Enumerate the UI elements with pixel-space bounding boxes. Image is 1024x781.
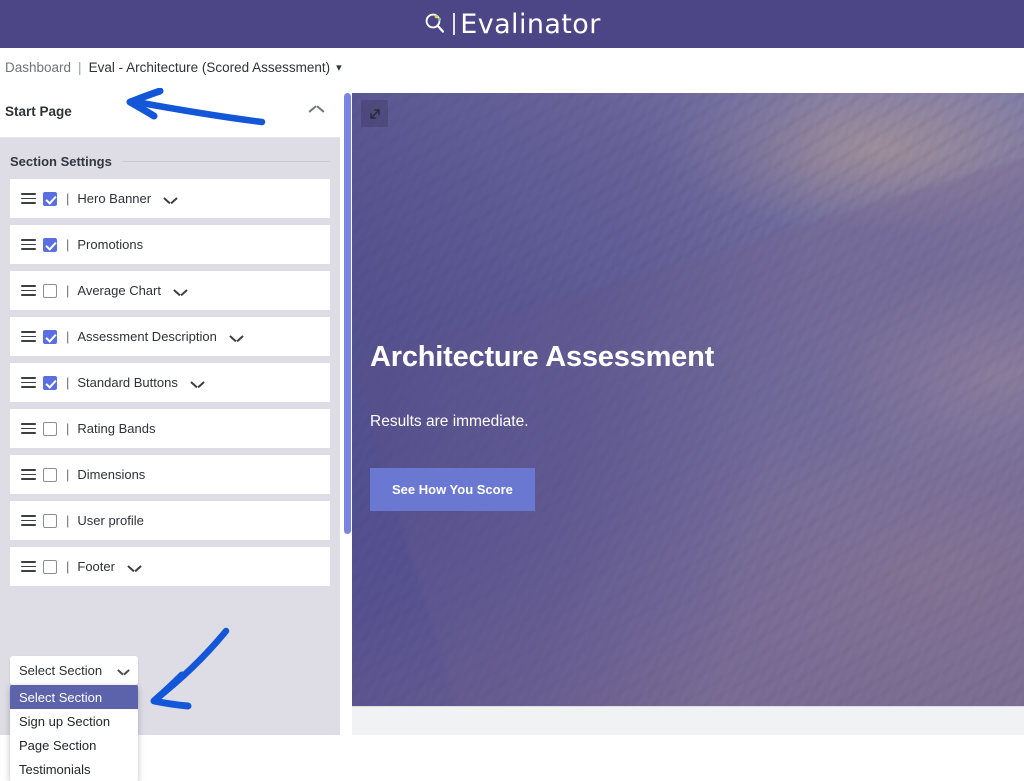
section-row-rating-bands[interactable]: | Rating Bands: [10, 409, 330, 448]
chevron-down-icon[interactable]: [191, 379, 204, 387]
option-select-section[interactable]: Select Section: [10, 685, 138, 709]
section-checkbox[interactable]: [43, 513, 57, 528]
logo-divider: [453, 13, 456, 35]
panel-scrollbar-thumb[interactable]: [344, 93, 351, 534]
breadcrumb: Dashboard | Eval - Architecture (Scored …: [0, 48, 1024, 86]
magnifier-icon: [423, 11, 449, 37]
brand-logo[interactable]: Evalinator: [423, 9, 600, 40]
panel-body: Section Settings | Hero Banner | Promoti…: [0, 138, 340, 781]
breadcrumb-dashboard-link[interactable]: Dashboard: [5, 60, 71, 75]
section-checkbox[interactable]: [43, 283, 57, 298]
section-row-footer[interactable]: | Footer: [10, 547, 330, 586]
panel-header[interactable]: Start Page: [0, 86, 340, 138]
chevron-down-icon[interactable]: [230, 333, 243, 341]
add-section-select-wrapper: Select Section Select Section Sign up Se…: [10, 656, 138, 781]
row-separator: |: [66, 513, 70, 528]
divider: [121, 161, 330, 162]
section-checkbox[interactable]: [43, 237, 57, 252]
section-checkbox[interactable]: [43, 375, 57, 390]
option-page-section[interactable]: Page Section: [10, 733, 138, 757]
section-checkbox[interactable]: [43, 559, 57, 574]
section-row-assessment-description[interactable]: | Assessment Description: [10, 317, 330, 356]
hero-title: Architecture Assessment: [370, 341, 715, 373]
see-how-you-score-button[interactable]: See How You Score: [370, 468, 535, 511]
section-checkbox[interactable]: [43, 421, 57, 436]
hero-subtitle: Results are immediate.: [370, 413, 529, 430]
section-row-hero-banner[interactable]: | Hero Banner: [10, 179, 330, 218]
select-section-value: Select Section: [19, 663, 103, 678]
chevron-down-icon[interactable]: ▾: [336, 61, 342, 74]
chevron-down-icon[interactable]: [118, 667, 129, 674]
row-separator: |: [66, 237, 70, 252]
section-label: User profile: [77, 513, 144, 528]
drag-handle-icon[interactable]: [21, 285, 36, 296]
drag-handle-icon[interactable]: [21, 377, 36, 388]
section-label: Dimensions: [77, 467, 146, 482]
row-separator: |: [66, 283, 70, 298]
drag-handle-icon[interactable]: [21, 331, 36, 342]
drag-handle-icon[interactable]: [21, 423, 36, 434]
section-label: Footer: [77, 559, 115, 574]
row-separator: |: [66, 329, 70, 344]
section-checkbox[interactable]: [43, 329, 57, 344]
section-label: Hero Banner: [77, 191, 152, 206]
section-label: Standard Buttons: [77, 375, 178, 390]
section-checkbox[interactable]: [43, 191, 57, 206]
breadcrumb-current-eval[interactable]: Eval - Architecture (Scored Assessment): [89, 60, 331, 75]
breadcrumb-separator: |: [78, 59, 82, 75]
hero-content: Architecture Assessment Results are imme…: [370, 341, 714, 511]
chevron-up-icon[interactable]: [309, 107, 324, 116]
page-preview: Architecture Assessment Results are imme…: [352, 93, 1024, 706]
section-label: Rating Bands: [77, 421, 156, 436]
drag-handle-icon[interactable]: [21, 193, 36, 204]
row-separator: |: [66, 421, 70, 436]
section-list: | Hero Banner | Promotions | Average Cha…: [10, 179, 330, 586]
row-separator: |: [66, 559, 70, 574]
select-section-dropdown[interactable]: Select Section: [10, 656, 138, 685]
row-separator: |: [66, 467, 70, 482]
select-section-options: Select Section Sign up Section Page Sect…: [10, 685, 138, 781]
section-row-average-chart[interactable]: | Average Chart: [10, 271, 330, 310]
section-label: Average Chart: [77, 283, 161, 298]
drag-handle-icon[interactable]: [21, 239, 36, 250]
option-testimonials[interactable]: Testimonials: [10, 757, 138, 781]
brand-name: Evalinator: [460, 8, 601, 40]
section-label: Promotions: [77, 237, 144, 252]
chevron-down-icon[interactable]: [128, 563, 141, 571]
option-sign-up-section[interactable]: Sign up Section: [10, 709, 138, 733]
row-separator: |: [66, 375, 70, 390]
row-separator: |: [66, 191, 70, 206]
chevron-down-icon[interactable]: [164, 195, 177, 203]
app-header: Evalinator: [0, 0, 1024, 48]
section-row-promotions[interactable]: | Promotions: [10, 225, 330, 264]
page-title: Start Page: [5, 104, 72, 119]
section-label: Assessment Description: [77, 329, 217, 344]
section-row-dimensions[interactable]: | Dimensions: [10, 455, 330, 494]
drag-handle-icon[interactable]: [21, 469, 36, 480]
section-checkbox[interactable]: [43, 467, 57, 482]
section-row-standard-buttons[interactable]: | Standard Buttons: [10, 363, 330, 402]
drag-handle-icon[interactable]: [21, 515, 36, 526]
expand-diagonal-icon[interactable]: [361, 100, 388, 127]
section-settings-label: Section Settings: [10, 154, 112, 169]
section-settings-header: Section Settings: [10, 138, 330, 179]
preview-footer-area: [352, 706, 1024, 735]
drag-handle-icon[interactable]: [21, 561, 36, 572]
chevron-down-icon[interactable]: [174, 287, 187, 295]
start-page-editor-panel: Start Page Section Settings | Hero Banne…: [0, 86, 340, 781]
section-row-user-profile[interactable]: | User profile: [10, 501, 330, 540]
